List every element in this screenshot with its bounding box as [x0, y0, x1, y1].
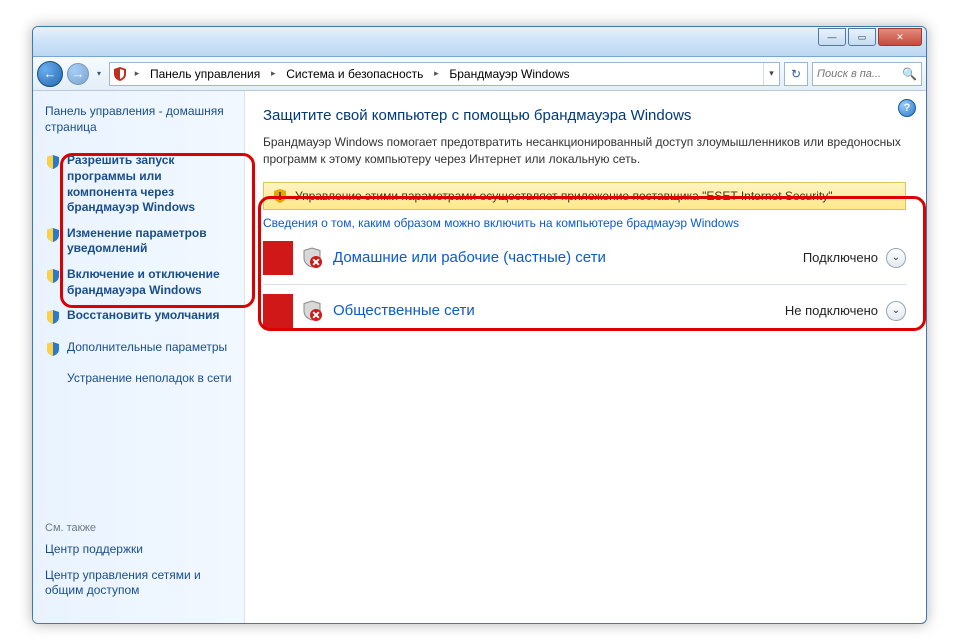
chevron-right-icon: ▸	[266, 68, 280, 79]
see-also-header: См. также	[45, 522, 232, 534]
network-section[interactable]: Общественные сетиНе подключено ⌄	[263, 293, 906, 329]
expand-button[interactable]: ⌄	[886, 301, 906, 321]
sidebar: Панель управления - домашняя страница Ра…	[33, 91, 245, 623]
blank-icon	[45, 372, 61, 388]
nav-forward-button[interactable]: →	[67, 63, 89, 85]
enable-firewall-info-link[interactable]: Сведения о том, каким образом можно вклю…	[263, 216, 906, 230]
window-frame: — ▭ ✕ ← → ▾ ▸ Панель управления ▸ Систем…	[32, 26, 927, 624]
sidebar-link-label: Разрешить запуск программы или компонент…	[67, 153, 232, 215]
warning-text: Управление этими параметрами осуществляе…	[295, 189, 832, 203]
search-input[interactable]	[817, 68, 902, 80]
search-box[interactable]: 🔍	[812, 62, 922, 86]
sidebar-link[interactable]: Разрешить запуск программы или компонент…	[45, 153, 232, 215]
minimize-button[interactable]: —	[818, 28, 846, 46]
shield-warning-icon	[272, 188, 288, 204]
uac-shield-icon	[45, 341, 61, 362]
sidebar-link-label: Изменение параметров уведомлений	[67, 226, 232, 257]
uac-shield-icon	[45, 227, 61, 248]
network-status: Не подключено	[785, 303, 878, 318]
shield-blocked-icon	[301, 300, 323, 322]
network-title: Домашние или рабочие (частные) сети	[333, 249, 803, 266]
refresh-button[interactable]: ↻	[784, 62, 808, 86]
close-button[interactable]: ✕	[878, 28, 922, 46]
sidebar-link[interactable]: Дополнительные параметры	[45, 340, 232, 362]
chevron-right-icon: ▸	[130, 68, 144, 79]
breadcrumb-dropdown[interactable]: ▾	[763, 63, 779, 85]
see-also-section: См. также Центр поддержки Центр управлен…	[45, 522, 232, 609]
window-controls: — ▭ ✕	[816, 28, 922, 46]
help-icon[interactable]: ?	[898, 99, 916, 117]
see-also-link[interactable]: Центр управления сетями и общим доступом	[45, 568, 232, 599]
see-also-link[interactable]: Центр поддержки	[45, 542, 232, 558]
warning-banner: Управление этими параметрами осуществляе…	[263, 182, 906, 210]
status-red-block	[263, 294, 293, 328]
sidebar-link[interactable]: Включение и отключение брандмауэра Windo…	[45, 267, 232, 298]
sidebar-link[interactable]: Устранение неполадок в сети	[45, 371, 232, 388]
network-title: Общественные сети	[333, 302, 785, 319]
chevron-right-icon: ▸	[429, 68, 443, 79]
expand-button[interactable]: ⌄	[886, 248, 906, 268]
sidebar-link[interactable]: Восстановить умолчания	[45, 308, 232, 330]
sidebar-link-label: Устранение неполадок в сети	[67, 371, 232, 387]
sidebar-link-label: Дополнительные параметры	[67, 340, 227, 356]
breadcrumb-item[interactable]: Панель управления	[144, 63, 266, 85]
titlebar: — ▭ ✕	[33, 27, 926, 57]
network-section[interactable]: Домашние или рабочие (частные) сетиПодкл…	[263, 240, 906, 276]
shield-blocked-icon	[301, 247, 323, 269]
nav-history-dropdown[interactable]: ▾	[93, 63, 105, 85]
sidebar-link-label: Включение и отключение брандмауэра Windo…	[67, 267, 232, 298]
breadcrumb-item[interactable]: Система и безопасность	[280, 63, 429, 85]
uac-shield-icon	[45, 309, 61, 330]
uac-shield-icon	[45, 154, 61, 175]
maximize-button[interactable]: ▭	[848, 28, 876, 46]
uac-shield-icon	[45, 268, 61, 289]
search-icon: 🔍	[902, 67, 917, 81]
sidebar-link[interactable]: Изменение параметров уведомлений	[45, 226, 232, 257]
status-red-block	[263, 241, 293, 275]
nav-back-button[interactable]: ←	[37, 61, 63, 87]
main-content: ? Защитите свой компьютер с помощью бран…	[245, 91, 926, 623]
network-status: Подключено	[803, 250, 878, 265]
breadcrumb-bar[interactable]: ▸ Панель управления ▸ Система и безопасн…	[109, 62, 780, 86]
page-title: Защитите свой компьютер с помощью брандм…	[263, 107, 906, 124]
sidebar-link-label: Восстановить умолчания	[67, 308, 220, 324]
firewall-icon	[110, 66, 130, 82]
separator	[263, 284, 906, 285]
address-bar: ← → ▾ ▸ Панель управления ▸ Система и бе…	[33, 57, 926, 91]
breadcrumb-item[interactable]: Брандмауэр Windows	[443, 63, 575, 85]
control-panel-home-link[interactable]: Панель управления - домашняя страница	[45, 103, 232, 135]
window-body: Панель управления - домашняя страница Ра…	[33, 91, 926, 623]
page-description: Брандмауэр Windows помогает предотвратит…	[263, 134, 906, 168]
